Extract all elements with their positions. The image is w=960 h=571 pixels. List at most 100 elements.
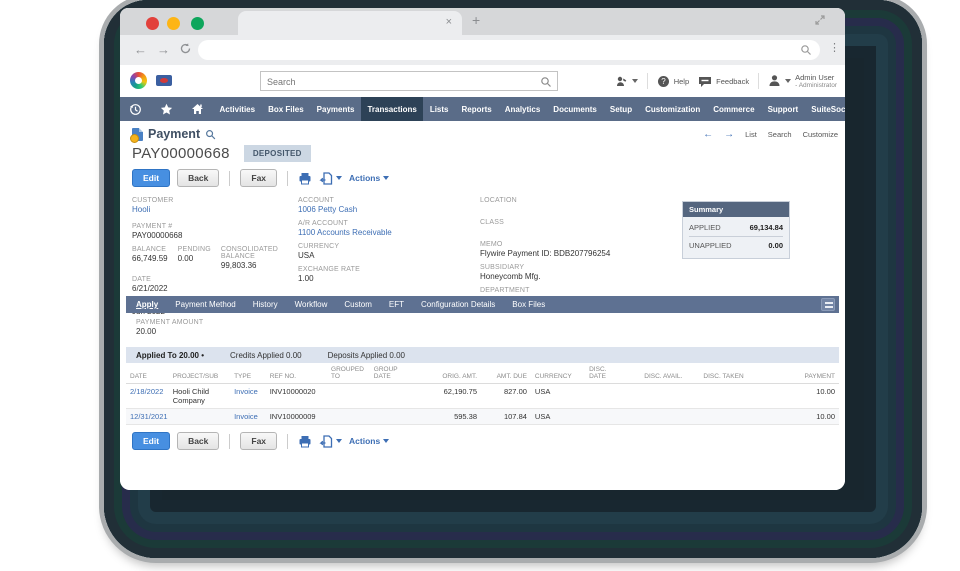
cell-disc-date <box>585 408 628 424</box>
nav-item-commerce[interactable]: Commerce <box>707 97 761 121</box>
chevron-down-icon <box>632 79 638 83</box>
col-grouped-to: GROUPED TO <box>327 363 370 383</box>
global-search-input[interactable] <box>261 73 557 91</box>
export-icon[interactable] <box>319 435 342 448</box>
department-label: DEPARTMENT <box>480 287 670 294</box>
cell-project-sub: Hooli Child Company <box>169 383 230 408</box>
recent-records-icon[interactable] <box>120 103 151 116</box>
cell-amt-due: 107.84 <box>481 408 531 424</box>
ar-account-label: A/R ACCOUNT <box>298 220 468 227</box>
cell-type[interactable]: Invoice <box>230 408 266 424</box>
back-button[interactable]: Back <box>177 432 219 450</box>
record-id: PAY00000668 <box>132 145 230 162</box>
global-search[interactable] <box>260 71 558 91</box>
feedback-button[interactable]: Feedback <box>698 75 749 88</box>
tab-applied-to[interactable]: Applied To 20.00 • <box>136 351 204 360</box>
chevron-down-icon <box>336 176 342 180</box>
cell-date[interactable]: 2/18/2022 <box>126 383 169 408</box>
nav-item-suitesocial[interactable]: SuiteSocial <box>805 97 845 121</box>
browser-forward-icon[interactable]: → <box>157 42 170 57</box>
shortcuts-icon[interactable] <box>615 75 638 88</box>
tab-deposits-applied[interactable]: Deposits Applied 0.00 <box>328 351 405 360</box>
help-button[interactable]: ? Help <box>657 75 689 88</box>
browser-toolbar: ← → ⋮ <box>120 35 845 65</box>
new-tab-button[interactable]: + <box>472 12 480 28</box>
nav-item-setup[interactable]: Setup <box>603 97 638 121</box>
customize-link[interactable]: Customize <box>803 130 838 139</box>
print-icon[interactable] <box>298 435 312 448</box>
user-menu[interactable]: Admin User - Administrator <box>768 73 837 90</box>
subtab-custom[interactable]: Custom <box>344 300 372 309</box>
minimize-window-button[interactable] <box>167 17 180 30</box>
cell-type[interactable]: Invoice <box>230 383 266 408</box>
cell-payment: 10.00 <box>748 383 839 408</box>
nav-item-lists[interactable]: Lists <box>423 97 455 121</box>
record-subtabs: Apply Payment Method History Workflow Cu… <box>126 296 839 313</box>
print-icon[interactable] <box>298 172 312 185</box>
class-label: CLASS <box>480 219 670 226</box>
tab-close-icon[interactable]: × <box>446 16 452 28</box>
balance-label: BALANCE <box>132 246 168 253</box>
subtab-payment-method[interactable]: Payment Method <box>175 300 235 309</box>
nav-item-customization[interactable]: Customization <box>639 97 707 121</box>
subtab-apply[interactable]: Apply <box>136 300 158 309</box>
record-prev-icon[interactable]: ← <box>703 129 713 140</box>
account-value[interactable]: 1006 Petty Cash <box>298 205 468 214</box>
search-link[interactable]: Search <box>768 130 792 139</box>
back-button[interactable]: Back <box>177 169 219 187</box>
close-window-button[interactable] <box>146 17 159 30</box>
fax-button[interactable]: Fax <box>240 169 277 187</box>
chevron-down-icon <box>336 439 342 443</box>
tab-credits-applied[interactable]: Credits Applied 0.00 <box>230 351 302 360</box>
subtab-box-files[interactable]: Box Files <box>512 300 545 309</box>
nav-item-payments[interactable]: Payments <box>310 97 361 121</box>
zoom-window-button[interactable] <box>191 17 204 30</box>
subtab-configuration-details[interactable]: Configuration Details <box>421 300 495 309</box>
ar-account-value[interactable]: 1100 Accounts Receivable <box>298 228 468 237</box>
export-icon[interactable] <box>319 172 342 185</box>
nav-item-support[interactable]: Support <box>761 97 805 121</box>
nav-item-reports[interactable]: Reports <box>455 97 498 121</box>
cell-project-sub <box>169 408 230 424</box>
actions-menu[interactable]: Actions <box>349 436 389 446</box>
nav-item-transactions[interactable]: Transactions <box>361 97 423 121</box>
address-bar[interactable] <box>198 40 820 60</box>
subtab-eft[interactable]: EFT <box>389 300 404 309</box>
toggle-view-icon[interactable] <box>821 298 835 311</box>
col-orig-amt: ORIG. AMT. <box>420 363 481 383</box>
record-next-icon[interactable]: → <box>724 129 734 140</box>
consolidated-balance-label: CONSOLIDATED BALANCE <box>221 246 292 260</box>
home-icon[interactable] <box>182 103 213 116</box>
netsuite-logo-icon[interactable] <box>130 72 147 89</box>
cell-date[interactable]: 12/31/2021 <box>126 408 169 424</box>
edit-button[interactable]: Edit <box>132 432 170 450</box>
nav-item-box-files[interactable]: Box Files <box>262 97 311 121</box>
browser-menu-icon[interactable]: ⋮ <box>829 41 840 54</box>
subtab-history[interactable]: History <box>253 300 278 309</box>
nav-item-activities[interactable]: Activities <box>213 97 262 121</box>
subtab-workflow[interactable]: Workflow <box>295 300 328 309</box>
expand-icon[interactable] <box>814 14 826 26</box>
col-currency: CURRENCY <box>531 363 585 383</box>
extension-flag-icon[interactable] <box>156 75 172 86</box>
table-row[interactable]: 2/18/2022 Hooli Child Company Invoice IN… <box>126 383 839 408</box>
customer-value[interactable]: Hooli <box>132 205 292 214</box>
edit-button[interactable]: Edit <box>132 169 170 187</box>
applied-invoices-table: DATE PROJECT/SUB TYPE REF NO. GROUPED TO… <box>126 363 839 425</box>
list-link[interactable]: List <box>745 130 757 139</box>
actions-menu[interactable]: Actions <box>349 173 389 183</box>
app-header: ? Help Feedback Admin User - Administrat… <box>120 65 845 97</box>
title-search-icon[interactable] <box>205 129 216 140</box>
col-disc-date: DISC. DATE <box>585 363 628 383</box>
col-disc-taken: DISC. TAKEN <box>686 363 747 383</box>
browser-back-icon[interactable]: ← <box>134 42 147 57</box>
shortcuts-star-icon[interactable] <box>151 103 182 116</box>
nav-item-documents[interactable]: Documents <box>547 97 604 121</box>
account-label: ACCOUNT <box>298 197 468 204</box>
table-row[interactable]: 12/31/2021 Invoice INV10000009 595.38 10… <box>126 408 839 424</box>
browser-tab[interactable]: × <box>238 11 462 35</box>
browser-reload-icon[interactable] <box>179 42 192 55</box>
col-type: TYPE <box>230 363 266 383</box>
nav-item-analytics[interactable]: Analytics <box>498 97 547 121</box>
fax-button[interactable]: Fax <box>240 432 277 450</box>
